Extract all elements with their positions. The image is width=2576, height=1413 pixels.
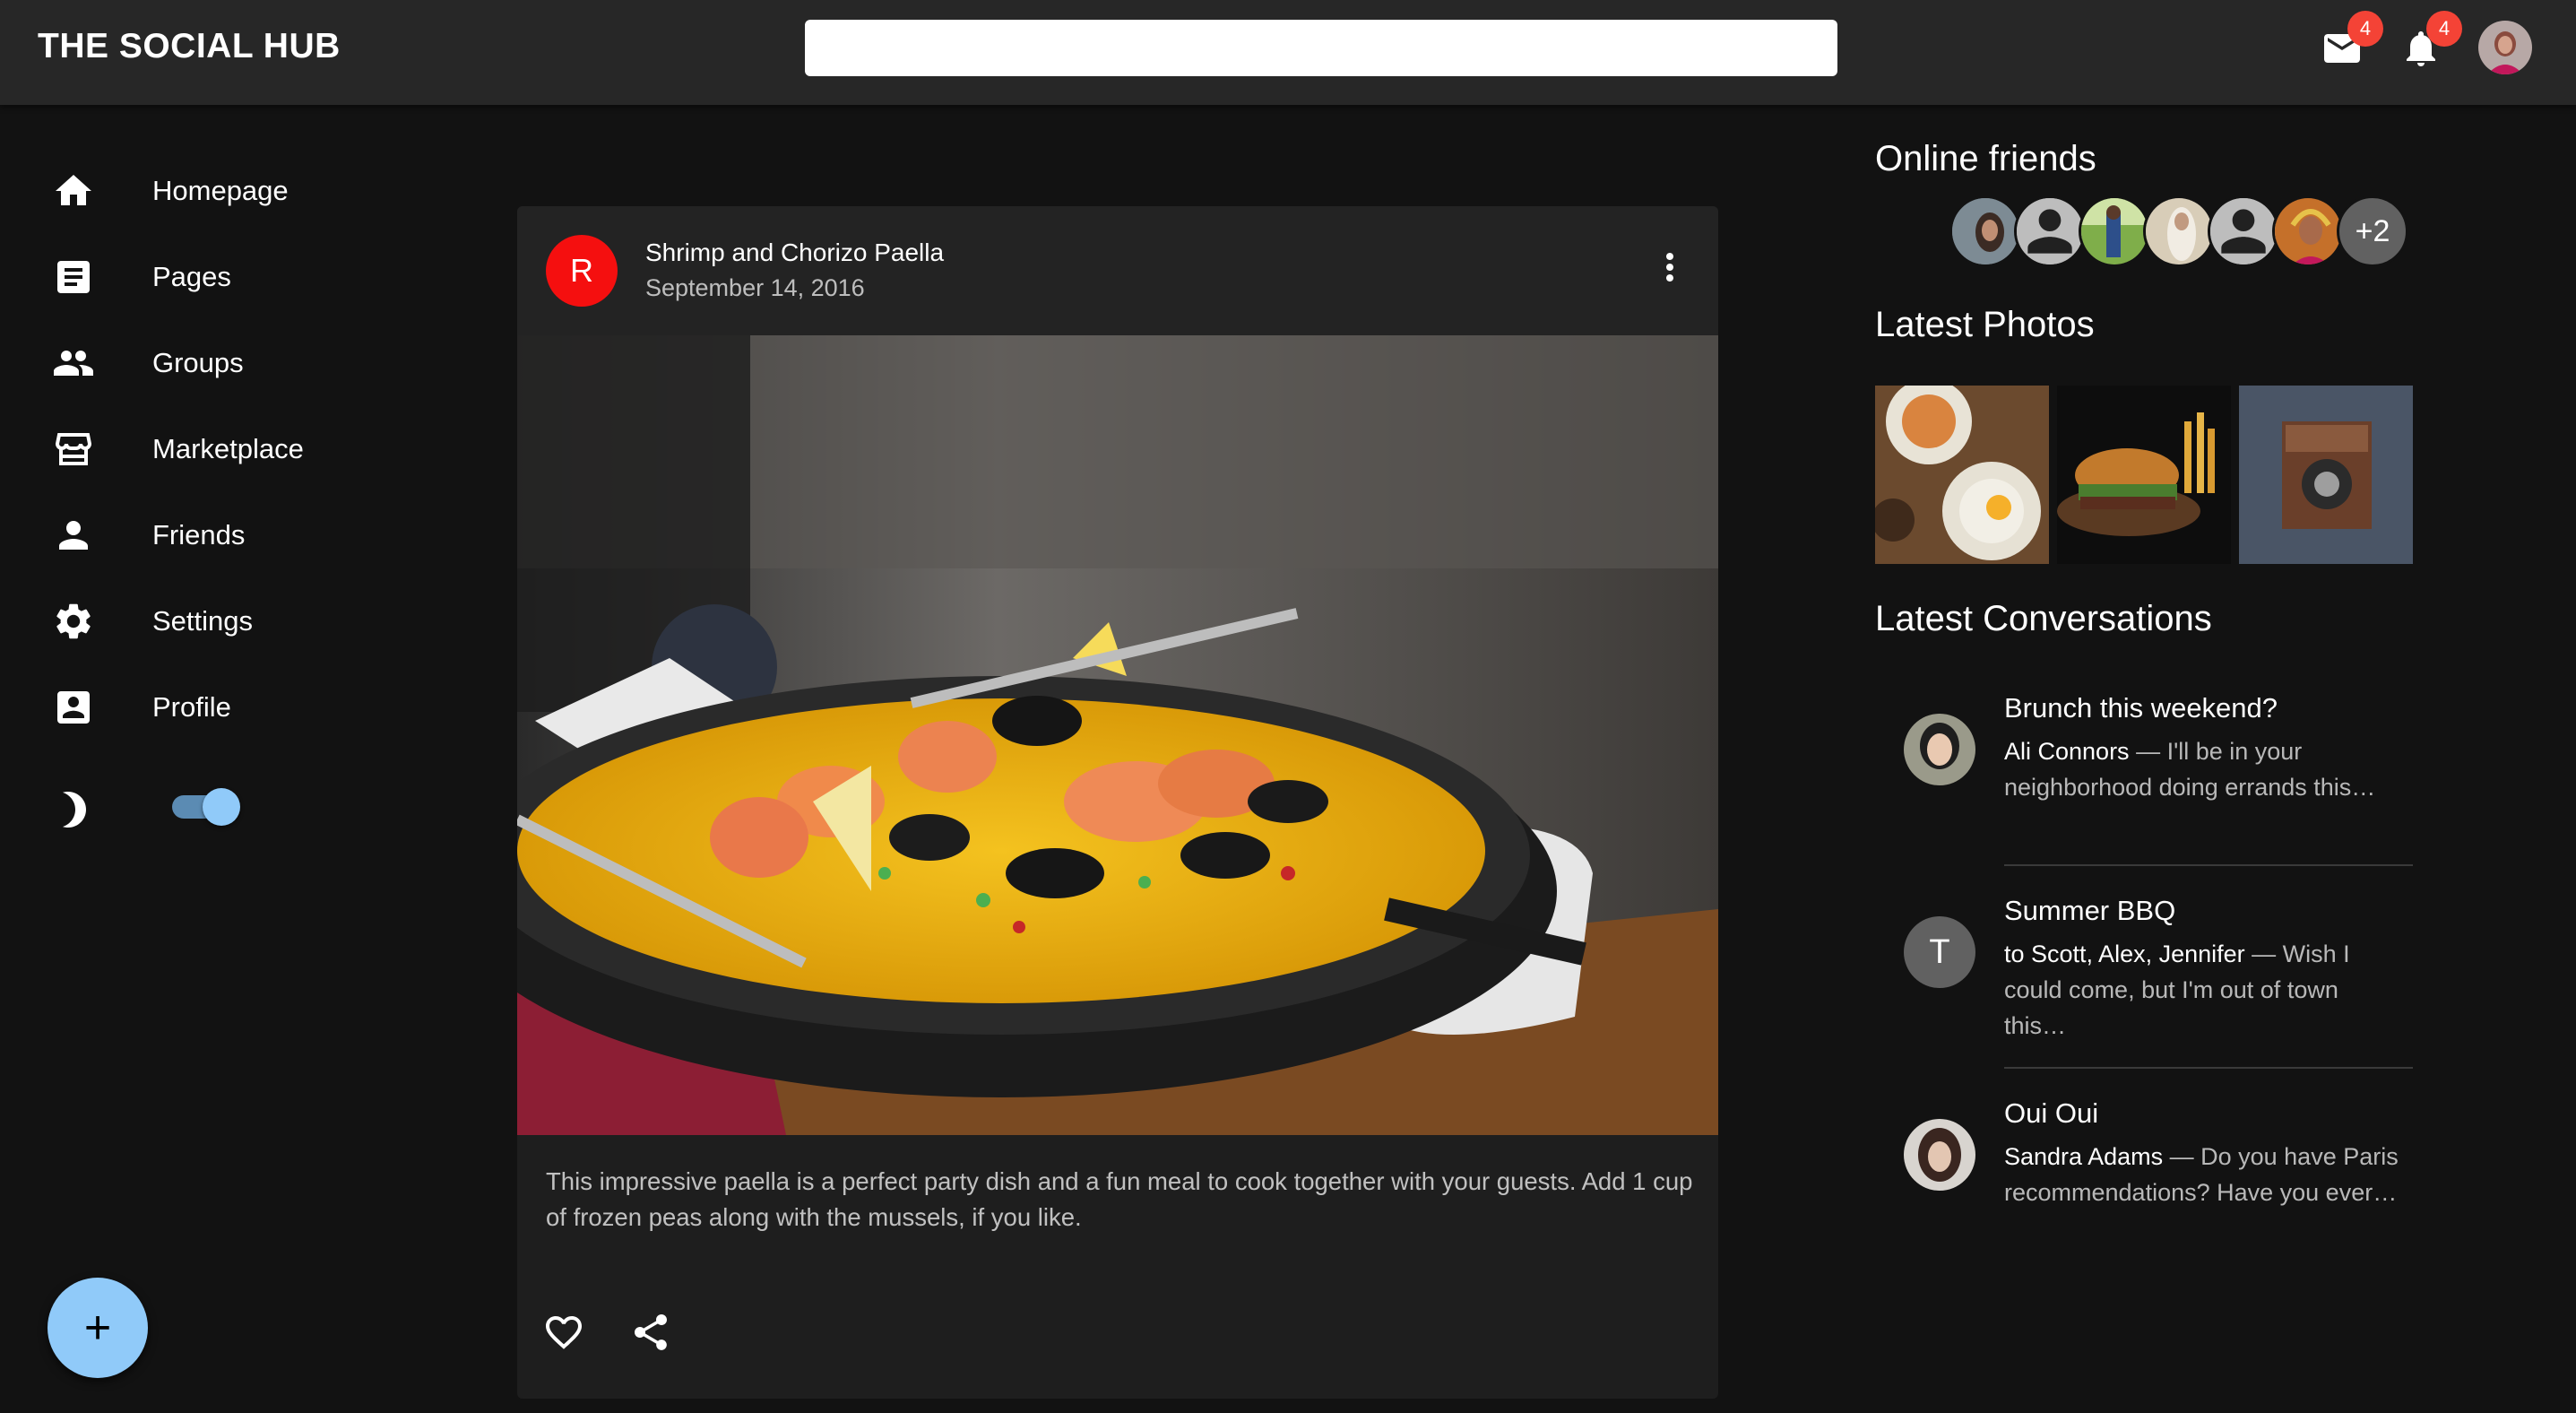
- conversation-avatar: T: [1904, 916, 1975, 988]
- search-input[interactable]: [805, 20, 1837, 76]
- nav-item-label: Friends: [152, 519, 246, 550]
- latest-photo[interactable]: [2057, 386, 2231, 564]
- conversation-item[interactable]: T Summer BBQ to Scott, Alex, Jennifer — …: [1875, 895, 2413, 1047]
- mail-badge: 4: [2347, 11, 2383, 47]
- friend-avatar[interactable]: [2079, 195, 2150, 267]
- more-vert-icon[interactable]: [1648, 246, 1691, 289]
- share-icon[interactable]: [629, 1311, 672, 1354]
- post-title: Shrimp and Chorizo Paella: [645, 238, 945, 266]
- conversation-item[interactable]: Oui Oui Sandra Adams — Do you have Paris…: [1875, 1097, 2413, 1250]
- post-header: R Shrimp and Chorizo Paella September 14…: [517, 206, 1718, 335]
- conversation-snippet: to Scott, Alex, Jennifer — Wish I could …: [2004, 936, 2399, 1044]
- conversation-item[interactable]: Brunch this weekend? Ali Connors — I'll …: [1875, 692, 2413, 845]
- nav-item-groups[interactable]: Groups: [0, 327, 394, 399]
- notifications-badge: 4: [2426, 11, 2462, 47]
- friend-avatar[interactable]: [2143, 195, 2215, 267]
- friend-avatar[interactable]: [1949, 195, 2021, 267]
- dark-mode-switch[interactable]: [172, 788, 240, 826]
- nav-item-settings[interactable]: Settings: [0, 585, 394, 657]
- latest-photo[interactable]: [1875, 386, 2049, 564]
- home-icon: [56, 175, 91, 205]
- nav-item-label: Groups: [152, 347, 244, 378]
- app-bar: THE SOCIAL HUB 4 4: [0, 0, 2576, 105]
- divider: [2004, 864, 2413, 866]
- user-avatar[interactable]: [2478, 21, 2532, 74]
- nav-item-label: Marketplace: [152, 433, 304, 464]
- mail-button[interactable]: 4: [2321, 11, 2383, 70]
- storefront-icon: [55, 433, 92, 465]
- brand-title: THE SOCIAL HUB: [38, 27, 341, 65]
- switch-knob: [203, 788, 240, 826]
- conversation-avatar: [1904, 1119, 1975, 1191]
- account-box-icon: [57, 691, 90, 724]
- heart-icon[interactable]: [542, 1311, 585, 1354]
- more-friends-count[interactable]: +2: [2337, 195, 2408, 267]
- online-friends-title: Online friends: [1875, 139, 2096, 178]
- conversation-snippet: Sandra Adams — Do you have Paris recomme…: [2004, 1139, 2399, 1210]
- latest-conversations-title: Latest Conversations: [1875, 599, 2212, 638]
- post-date: September 14, 2016: [645, 274, 865, 301]
- gear-icon: [56, 603, 91, 639]
- nav-item-friends[interactable]: Friends: [0, 499, 394, 571]
- conversation-title: Brunch this weekend?: [2004, 692, 2278, 724]
- latest-photo[interactable]: [2239, 386, 2413, 564]
- nav-item-label: Homepage: [152, 175, 289, 206]
- friend-avatar[interactable]: [2014, 195, 2086, 267]
- group-icon: [54, 351, 93, 376]
- theme-toggle-row: [0, 777, 394, 849]
- nav-item-label: Profile: [152, 691, 231, 723]
- friend-avatar[interactable]: [2272, 195, 2344, 267]
- notifications-button[interactable]: 4: [2399, 11, 2462, 70]
- user-avatar-image: [2478, 21, 2532, 74]
- conversation-snippet: Ali Connors — I'll be in your neighborho…: [2004, 733, 2399, 805]
- post-card: R Shrimp and Chorizo Paella September 14…: [517, 206, 1718, 1399]
- article-icon: [57, 261, 90, 293]
- nav-item-homepage[interactable]: Homepage: [0, 155, 394, 227]
- conversation-participants: Sandra Adams: [2004, 1143, 2164, 1170]
- nav-item-marketplace[interactable]: Marketplace: [0, 413, 394, 485]
- post-image: [517, 335, 1718, 1135]
- conversation-participants: to Scott, Alex, Jennifer: [2004, 941, 2245, 967]
- divider: [2004, 1067, 2413, 1069]
- conversation-title: Oui Oui: [2004, 1097, 2099, 1129]
- nav-item-label: Settings: [152, 605, 254, 637]
- post-body: This impressive paella is a perfect part…: [546, 1167, 1693, 1231]
- moon-icon: [63, 792, 86, 828]
- latest-photos-title: Latest Photos: [1875, 305, 2095, 344]
- nav-item-profile[interactable]: Profile: [0, 672, 394, 743]
- nav-item-label: Pages: [152, 261, 231, 292]
- conversation-participants: Ali Connors: [2004, 738, 2130, 765]
- person-icon: [59, 521, 88, 550]
- conversation-title: Summer BBQ: [2004, 895, 2176, 926]
- add-post-button[interactable]: +: [48, 1278, 148, 1378]
- nav-item-pages[interactable]: Pages: [0, 241, 394, 313]
- post-avatar: R: [546, 235, 618, 307]
- conversation-avatar: [1904, 714, 1975, 785]
- friend-avatar[interactable]: [2208, 195, 2279, 267]
